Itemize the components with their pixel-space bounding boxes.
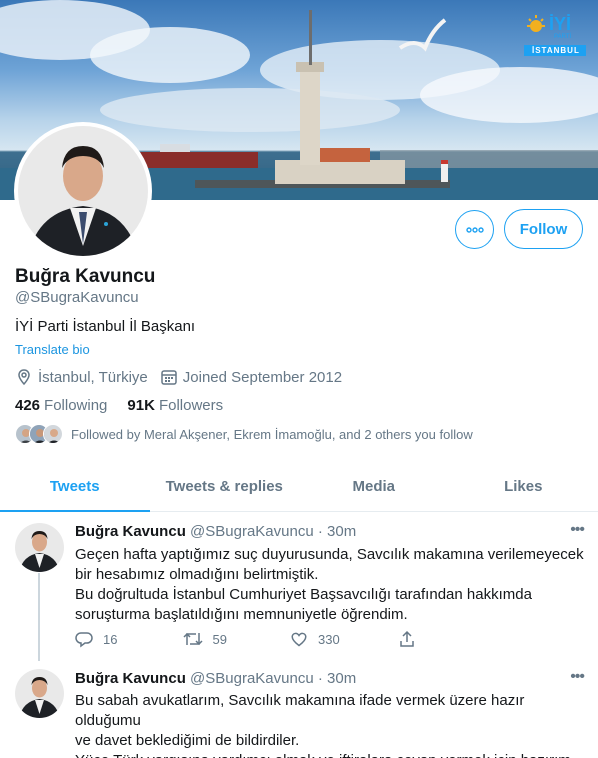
like-button[interactable]: 330: [290, 630, 398, 648]
tweet-header: Buğra Kavuncu @SBugraKavuncu · 30m: [75, 523, 356, 540]
reply-button[interactable]: 16: [75, 630, 183, 648]
retweet-count: 59: [212, 631, 227, 647]
following-count: 426: [15, 397, 41, 414]
following-label: Following: [44, 397, 108, 414]
profile-location: İstanbul, Türkiye: [15, 368, 148, 386]
followed-by-text: Followed by Meral Akşener, Ekrem İmamoğl…: [71, 426, 473, 442]
heart-icon: [291, 632, 307, 647]
translate-bio-link[interactable]: Translate bio: [15, 342, 90, 357]
reply-count: 16: [103, 631, 118, 647]
profile-bio: İYİ Parti İstanbul İl Başkanı: [15, 318, 196, 335]
profile-meta: İstanbul, Türkiye Joined September 2012: [15, 368, 354, 386]
tweet[interactable]: Buğra Kavuncu @SBugraKavuncu · 30m ••• G…: [0, 513, 598, 661]
tweet-author-name[interactable]: Buğra Kavuncu: [75, 523, 186, 540]
joined-text: Joined September 2012: [182, 368, 343, 386]
profile-handle: @SBugraKavuncu: [15, 289, 139, 306]
tab-tweets-and-replies[interactable]: Tweets & replies: [150, 462, 300, 511]
party-logo: İYİ PARTİ İSTANBUL: [524, 12, 586, 58]
tweet-actions: 16 59 330: [75, 630, 505, 648]
follow-counts: 426 Following 91K Followers: [15, 397, 243, 414]
profile-joined: Joined September 2012: [160, 368, 342, 386]
tweet-time[interactable]: · 30m: [318, 670, 356, 687]
thread-line: [38, 573, 40, 661]
tweet[interactable]: Buğra Kavuncu @SBugraKavuncu · 30m ••• B…: [0, 661, 598, 758]
profile-name: Buğra Kavuncu: [15, 266, 156, 287]
followed-by-avatars: [15, 424, 63, 444]
calendar-icon: [161, 370, 177, 385]
profile-avatar[interactable]: [14, 122, 152, 260]
tweet-author-name[interactable]: Buğra Kavuncu: [75, 670, 186, 687]
followers-label: Followers: [158, 397, 224, 414]
tweet-header: Buğra Kavuncu @SBugraKavuncu · 30m: [75, 670, 356, 687]
retweet-button[interactable]: 59: [182, 630, 291, 648]
share-icon: [399, 630, 414, 647]
follow-button[interactable]: Follow: [504, 209, 583, 249]
tweet-text: Geçen hafta yaptığımız suç duyurusunda, …: [75, 546, 584, 623]
followers-link[interactable]: 91K Followers: [127, 397, 223, 414]
tweet-more-icon[interactable]: •••: [570, 668, 585, 686]
tweet-text: Bu sabah avukatlarım, Savcılık makamına …: [75, 692, 575, 758]
tab-likes[interactable]: Likes: [449, 462, 598, 511]
party-logo-sub: PARTİ: [554, 34, 572, 40]
profile-tabs: Tweets Tweets & replies Media Likes: [0, 462, 598, 512]
follower-avatar: [43, 424, 63, 444]
followers-count: 91K: [127, 397, 155, 414]
tweet-author-handle[interactable]: @SBugraKavuncu: [190, 523, 314, 540]
location-pin-icon: [18, 369, 30, 386]
followed-by-row[interactable]: Followed by Meral Akşener, Ekrem İmamoğl…: [15, 424, 473, 444]
tweet-time[interactable]: · 30m: [318, 523, 356, 540]
tab-tweets[interactable]: Tweets: [0, 462, 150, 512]
share-button[interactable]: [398, 630, 506, 648]
tweet-avatar[interactable]: [15, 523, 64, 572]
avatar-image: [18, 126, 148, 256]
tweet-more-icon[interactable]: •••: [570, 521, 585, 539]
more-horizontal-icon: [465, 226, 484, 233]
tab-media[interactable]: Media: [299, 462, 449, 511]
party-logo-city: İSTANBUL: [532, 46, 580, 55]
more-options-button[interactable]: [455, 210, 494, 249]
retweet-icon: [182, 632, 203, 646]
like-count: 330: [318, 631, 340, 647]
party-logo-text: İYİ: [549, 14, 572, 34]
following-link[interactable]: 426 Following: [15, 397, 107, 414]
reply-icon: [75, 632, 93, 648]
location-text: İstanbul, Türkiye: [38, 368, 148, 386]
tweet-author-handle[interactable]: @SBugraKavuncu: [190, 670, 314, 687]
tweet-avatar[interactable]: [15, 669, 64, 718]
